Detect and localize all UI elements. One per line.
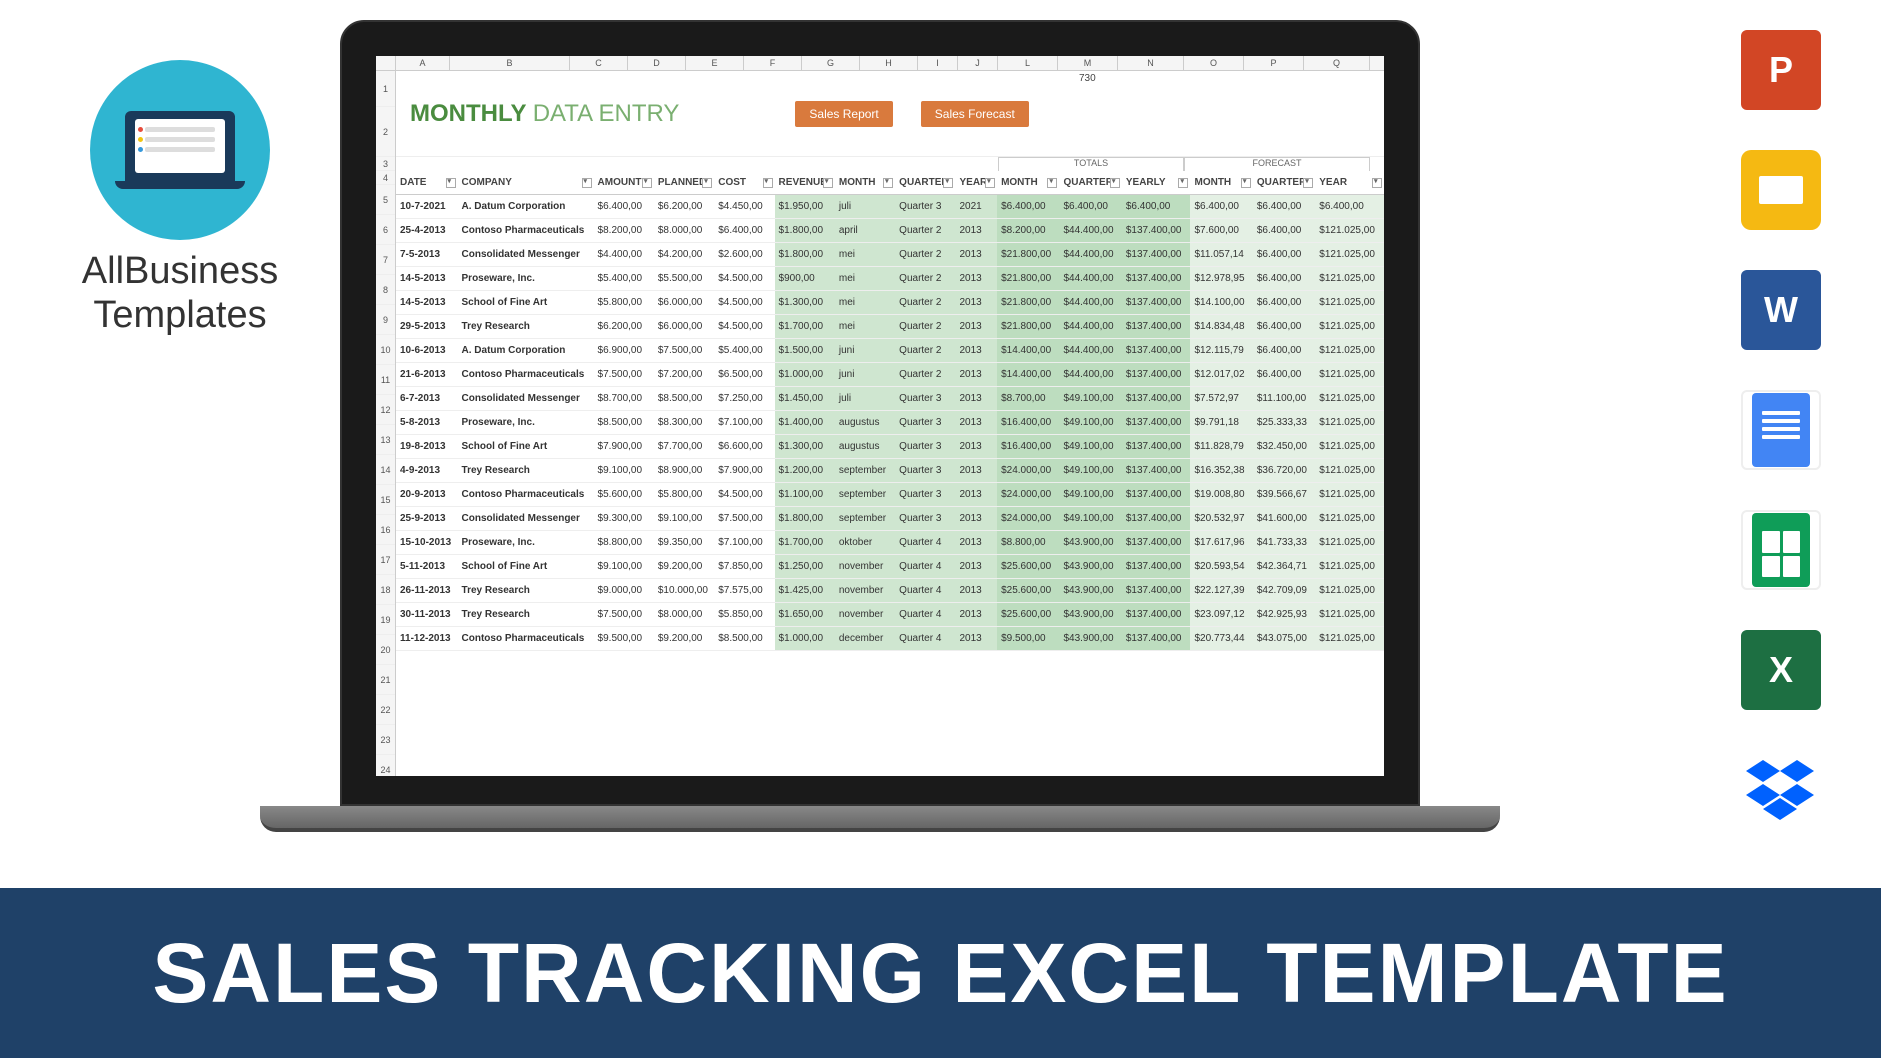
sales-forecast-button[interactable]: Sales Forecast [921,101,1029,127]
column-header[interactable]: REVENUE [775,171,835,195]
table-row[interactable]: 10-7-2021A. Datum Corporation$6.400,00$6… [396,195,1384,219]
brand-logo: AllBusiness Templates [60,60,300,337]
bottom-banner: SALES TRACKING EXCEL TEMPLATE [0,888,1881,1058]
column-header[interactable]: PLANNED [654,171,714,195]
powerpoint-icon: P [1741,30,1821,110]
column-header[interactable]: YEAR [955,171,997,195]
table-row[interactable]: 5-8-2013Proseware, Inc.$8.500,00$8.300,0… [396,411,1384,435]
table-row[interactable]: 29-5-2013Trey Research$6.200,00$6.000,00… [396,315,1384,339]
table-row[interactable]: 14-5-2013School of Fine Art$5.800,00$6.0… [396,291,1384,315]
filter-dropdown-icon[interactable] [1110,178,1120,188]
column-header[interactable]: YEAR [1315,171,1384,195]
filter-dropdown-icon[interactable] [1241,178,1251,188]
forecast-group-header: FORECAST [1184,157,1370,171]
filter-dropdown-icon[interactable] [985,178,995,188]
column-header[interactable]: COST [714,171,774,195]
word-icon: W [1741,270,1821,350]
logo-text-1: AllBusiness [60,250,300,294]
cell-j1-value: 730 [1079,73,1096,84]
dropbox-icon [1741,750,1821,830]
filter-dropdown-icon[interactable] [702,178,712,188]
row-number-headers: 123456789101112131415161718192021222324 [376,71,396,776]
column-header[interactable]: QUARTER [1059,171,1121,195]
filter-dropdown-icon[interactable] [943,178,953,188]
filter-dropdown-icon[interactable] [446,178,456,188]
column-header[interactable]: MONTH [997,171,1059,195]
app-icons-column: P W X [1741,30,1821,830]
column-header[interactable]: MONTH [1190,171,1252,195]
laptop-mockup: ABCDEFGHIJLMNOPQ 12345678910111213141516… [340,20,1420,832]
table-row[interactable]: 26-11-2013Trey Research$9.000,00$10.000,… [396,579,1384,603]
filter-dropdown-icon[interactable] [1178,178,1188,188]
excel-icon: X [1741,630,1821,710]
column-header[interactable]: COMPANY [458,171,594,195]
column-header[interactable]: QUARTER [895,171,955,195]
table-row[interactable]: 21-6-2013Contoso Pharmaceuticals$7.500,0… [396,363,1384,387]
google-sheets-icon [1741,510,1821,590]
column-letter-headers: ABCDEFGHIJLMNOPQ [376,56,1384,71]
table-row[interactable]: 25-9-2013Consolidated Messenger$9.300,00… [396,507,1384,531]
spreadsheet-screen: ABCDEFGHIJLMNOPQ 12345678910111213141516… [376,56,1384,776]
totals-group-header: TOTALS [998,157,1184,171]
table-row[interactable]: 25-4-2013Contoso Pharmaceuticals$8.200,0… [396,219,1384,243]
logo-text-2: Templates [60,294,300,338]
table-row[interactable]: 30-11-2013Trey Research$7.500,00$8.000,0… [396,603,1384,627]
filter-dropdown-icon[interactable] [1047,178,1057,188]
filter-dropdown-icon[interactable] [582,178,592,188]
table-row[interactable]: 14-5-2013Proseware, Inc.$5.400,00$5.500,… [396,267,1384,291]
table-row[interactable]: 7-5-2013Consolidated Messenger$4.400,00$… [396,243,1384,267]
filter-dropdown-icon[interactable] [763,178,773,188]
column-header[interactable]: QUARTER [1253,171,1315,195]
sheet-title: MONTHLY DATA ENTRY [410,100,679,128]
table-row[interactable]: 4-9-2013Trey Research$9.100,00$8.900,00$… [396,459,1384,483]
filter-dropdown-icon[interactable] [642,178,652,188]
table-row[interactable]: 20-9-2013Contoso Pharmaceuticals$5.600,0… [396,483,1384,507]
filter-dropdown-icon[interactable] [883,178,893,188]
column-header[interactable]: YEARLY [1122,171,1191,195]
data-table: DATECOMPANYAMOUNTPLANNEDCOSTREVENUEMONTH… [396,171,1384,651]
filter-dropdown-icon[interactable] [1303,178,1313,188]
google-docs-icon [1741,390,1821,470]
column-header[interactable]: MONTH [835,171,895,195]
table-row[interactable]: 19-8-2013School of Fine Art$7.900,00$7.7… [396,435,1384,459]
column-header[interactable]: AMOUNT [594,171,654,195]
google-slides-icon [1741,150,1821,230]
table-row[interactable]: 10-6-2013A. Datum Corporation$6.900,00$7… [396,339,1384,363]
filter-dropdown-icon[interactable] [1372,178,1382,188]
table-row[interactable]: 15-10-2013Proseware, Inc.$8.800,00$9.350… [396,531,1384,555]
group-header-row: TOTALS FORECAST [396,157,1384,171]
table-row[interactable]: 5-11-2013School of Fine Art$9.100,00$9.2… [396,555,1384,579]
table-row[interactable]: 11-12-2013Contoso Pharmaceuticals$9.500,… [396,627,1384,651]
table-row[interactable]: 6-7-2013Consolidated Messenger$8.700,00$… [396,387,1384,411]
filter-dropdown-icon[interactable] [823,178,833,188]
logo-icon [90,60,270,240]
column-header[interactable]: DATE [396,171,458,195]
sales-report-button[interactable]: Sales Report [795,101,892,127]
